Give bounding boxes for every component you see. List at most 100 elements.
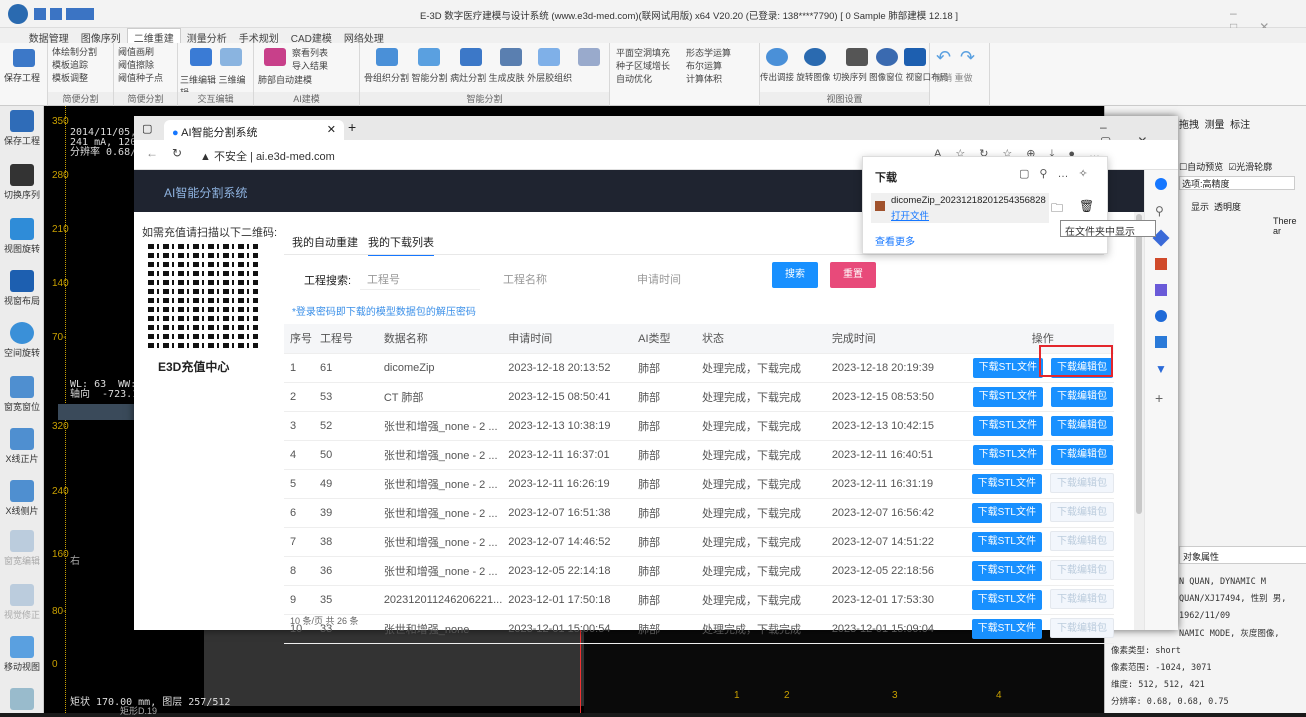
ribbon-item[interactable]: 外层胶组织 [527,73,572,83]
ribbon-item[interactable]: 旋转图像 [796,72,830,82]
ribbon-item[interactable]: 肺部自动建模 [258,73,312,86]
ribbon-item[interactable]: 传出调接 [760,72,794,82]
show-in-folder-icon[interactable]: 🗀 [1051,199,1063,220]
ribbon-item[interactable]: 阈值画刷 [118,46,173,59]
tab-drag[interactable]: 拖拽 [1179,120,1199,131]
smooth-checkbox[interactable]: 光滑轮廓 [1236,162,1272,172]
reset-button[interactable]: 重置 [830,262,876,288]
ribbon-item[interactable]: 察看列表 [292,47,328,60]
delete-icon[interactable]: 🗑 [1079,199,1094,213]
left-tool[interactable]: 视觉修正 [2,584,42,621]
ribbon-group-ai[interactable]: 察看列表 导入结果 肺部自动建模 AI建模 [254,43,360,106]
left-tool[interactable]: 移动视图 [2,636,42,673]
ribbon-group-smart[interactable]: 骨组织分割 智能分割 病灶分割 生成皮肤 外层胶组织 智能分割 [360,43,610,106]
left-tool[interactable]: 切换序列 [2,164,42,201]
project-no-input[interactable]: 工程号 [360,264,480,290]
download-stl-button[interactable]: 下载STL文件 [972,444,1043,465]
ribbon-item[interactable]: 病灶分割 [450,73,486,83]
ribbon-item[interactable]: 撤销 [934,73,952,83]
left-tool[interactable]: X线正片 [2,428,42,465]
ribbon-item[interactable]: 体绘制分割 [52,46,109,59]
ribbon-group-edit[interactable]: 三维编辑 三维编辑 交互编辑 [178,43,254,106]
apply-time-input[interactable]: 申请时间 [630,264,766,290]
left-tool[interactable]: 视窗布局 [2,270,42,307]
left-tool[interactable]: 窗宽窗位 [2,376,42,413]
sidebar-arrow-icon[interactable]: ▼ [1155,362,1168,376]
download-stl-button[interactable]: 下载STL文件 [972,386,1043,407]
tab-annotation[interactable]: 标注 [1230,120,1250,131]
browser-tab[interactable]: ● AI智能分割系统 ✕ [164,120,344,140]
ribbon-item[interactable]: 形态学运算 [686,47,731,60]
ribbon-group-view[interactable]: 传出调接 旋转图像 切换序列 图像窗位 视窗口布局 视图设置 [760,43,948,106]
download-stl-button[interactable]: 下载STL文件 [971,561,1042,581]
ribbon-group-2[interactable]: 阈值画刷 阈值擦除 阈值种子点 简便分割 [114,43,178,106]
ribbon-item[interactable]: 导入结果 [292,60,328,73]
page-scrollbar[interactable] [1134,212,1144,630]
ribbon-item[interactable]: 生成皮肤 [489,73,525,83]
download-package-button[interactable]: 下载编辑包 [1049,589,1114,609]
auto-preview-checkbox[interactable]: 自动预览 [1187,162,1223,172]
ribbon-item[interactable]: 模板追踪 [52,59,109,72]
download-stl-button[interactable]: 下载STL文件 [972,415,1043,436]
download-stl-button[interactable]: 下载STL文件 [971,503,1042,523]
ribbon-item[interactable]: 计算体积 [686,73,731,86]
reload-icon[interactable]: ↻ [172,146,182,160]
download-stl-button[interactable]: 下载STL文件 [971,532,1042,552]
sidebar-chess-icon[interactable] [1155,284,1167,296]
see-more-link[interactable]: 查看更多 [875,233,915,248]
ribbon-item[interactable]: 图像窗位 [869,72,903,82]
download-package-button[interactable]: 下载编辑包 [1049,531,1114,551]
project-name-input[interactable]: 工程名称 [496,264,616,290]
sidebar-search-icon[interactable]: ⚲ [1155,204,1168,218]
ribbon-item[interactable]: 骨组织分割 [364,73,409,83]
download-package-button[interactable]: 下载编辑包 [1049,560,1114,580]
quality-select[interactable]: 选项:高精度 [1179,176,1295,190]
download-package-button[interactable]: 下载编辑包 [1050,415,1113,436]
download-package-button[interactable]: 下载编辑包 [1049,502,1114,522]
ribbon-group-morph[interactable]: 平面空洞填充 种子区域增长 自动优化 形态学运算 布尔运算 计算体积 [610,43,760,106]
sidebar-bell-icon[interactable] [1155,178,1167,190]
object-properties-tab[interactable]: 对象属性 [1179,546,1306,564]
new-tab-icon[interactable]: + [348,119,356,135]
redo-icon[interactable]: ↷ [960,47,975,68]
ribbon-item[interactable]: 模板调整 [52,72,109,85]
open-file-link[interactable]: 打开文件 [891,208,929,222]
sidebar-bag-icon[interactable] [1155,258,1167,270]
tab-measure[interactable]: 测量 [1205,120,1225,131]
pagination[interactable]: 10 条/页 共 26 条 [290,614,359,627]
tab-auto-recon[interactable]: 我的自动重建 [292,234,358,250]
ribbon-save[interactable]: 保存工程 [0,43,48,106]
ribbon-item[interactable]: 智能分割 [412,73,448,83]
ribbon-item[interactable]: 三维编辑 [180,75,216,85]
downloads-actions[interactable]: ▢⚲…✧ [1019,167,1098,180]
left-tool[interactable]: 视图旋转 [2,218,42,255]
download-package-button[interactable]: 下载编辑包 [1050,386,1113,407]
download-stl-button[interactable]: 下载STL文件 [972,357,1043,378]
ribbon-item[interactable]: 自动优化 [616,73,670,86]
download-package-button[interactable]: 下载编辑包 [1049,618,1114,638]
download-stl-button[interactable]: 下载STL文件 [971,619,1042,639]
download-stl-button[interactable]: 下载STL文件 [971,590,1042,610]
ribbon-item[interactable]: 阈值擦除 [118,59,173,72]
left-tool[interactable]: 保存工程 [2,110,42,147]
download-package-button[interactable]: 下载编辑包 [1049,473,1114,493]
back-icon[interactable]: ← [146,146,158,160]
ribbon-item[interactable]: 重做 [955,73,973,83]
tab-download-list[interactable]: 我的下载列表 [368,234,434,256]
undo-icon[interactable]: ↶ [936,47,951,68]
sidebar-add-icon[interactable]: + [1155,390,1168,406]
ribbon-item[interactable]: 平面空洞填充 [616,47,670,60]
ribbon-group-undo[interactable]: ↶ ↷ 撤销 重做 [930,43,990,106]
mini-toolbar[interactable] [58,404,134,420]
ribbon-item[interactable]: 布尔运算 [686,60,731,73]
download-stl-button[interactable]: 下载STL文件 [971,474,1042,494]
download-item[interactable]: dicomeZip_20231218201254356828 打开文件 [871,193,1049,223]
tab-actions-icon[interactable]: ▢ [142,122,152,135]
left-tool[interactable]: X线侧片 [2,480,42,517]
download-package-button[interactable]: 下载编辑包 [1050,444,1113,465]
left-tool[interactable]: 窗宽编辑 [2,530,42,567]
quick-access-toolbar[interactable] [34,8,94,20]
ribbon-group-1[interactable]: 体绘制分割 模板追踪 模板调整 简便分割 [48,43,114,106]
ribbon-item[interactable]: 阈值种子点 [118,72,173,85]
left-tool[interactable]: 空间旋转 [2,322,42,359]
